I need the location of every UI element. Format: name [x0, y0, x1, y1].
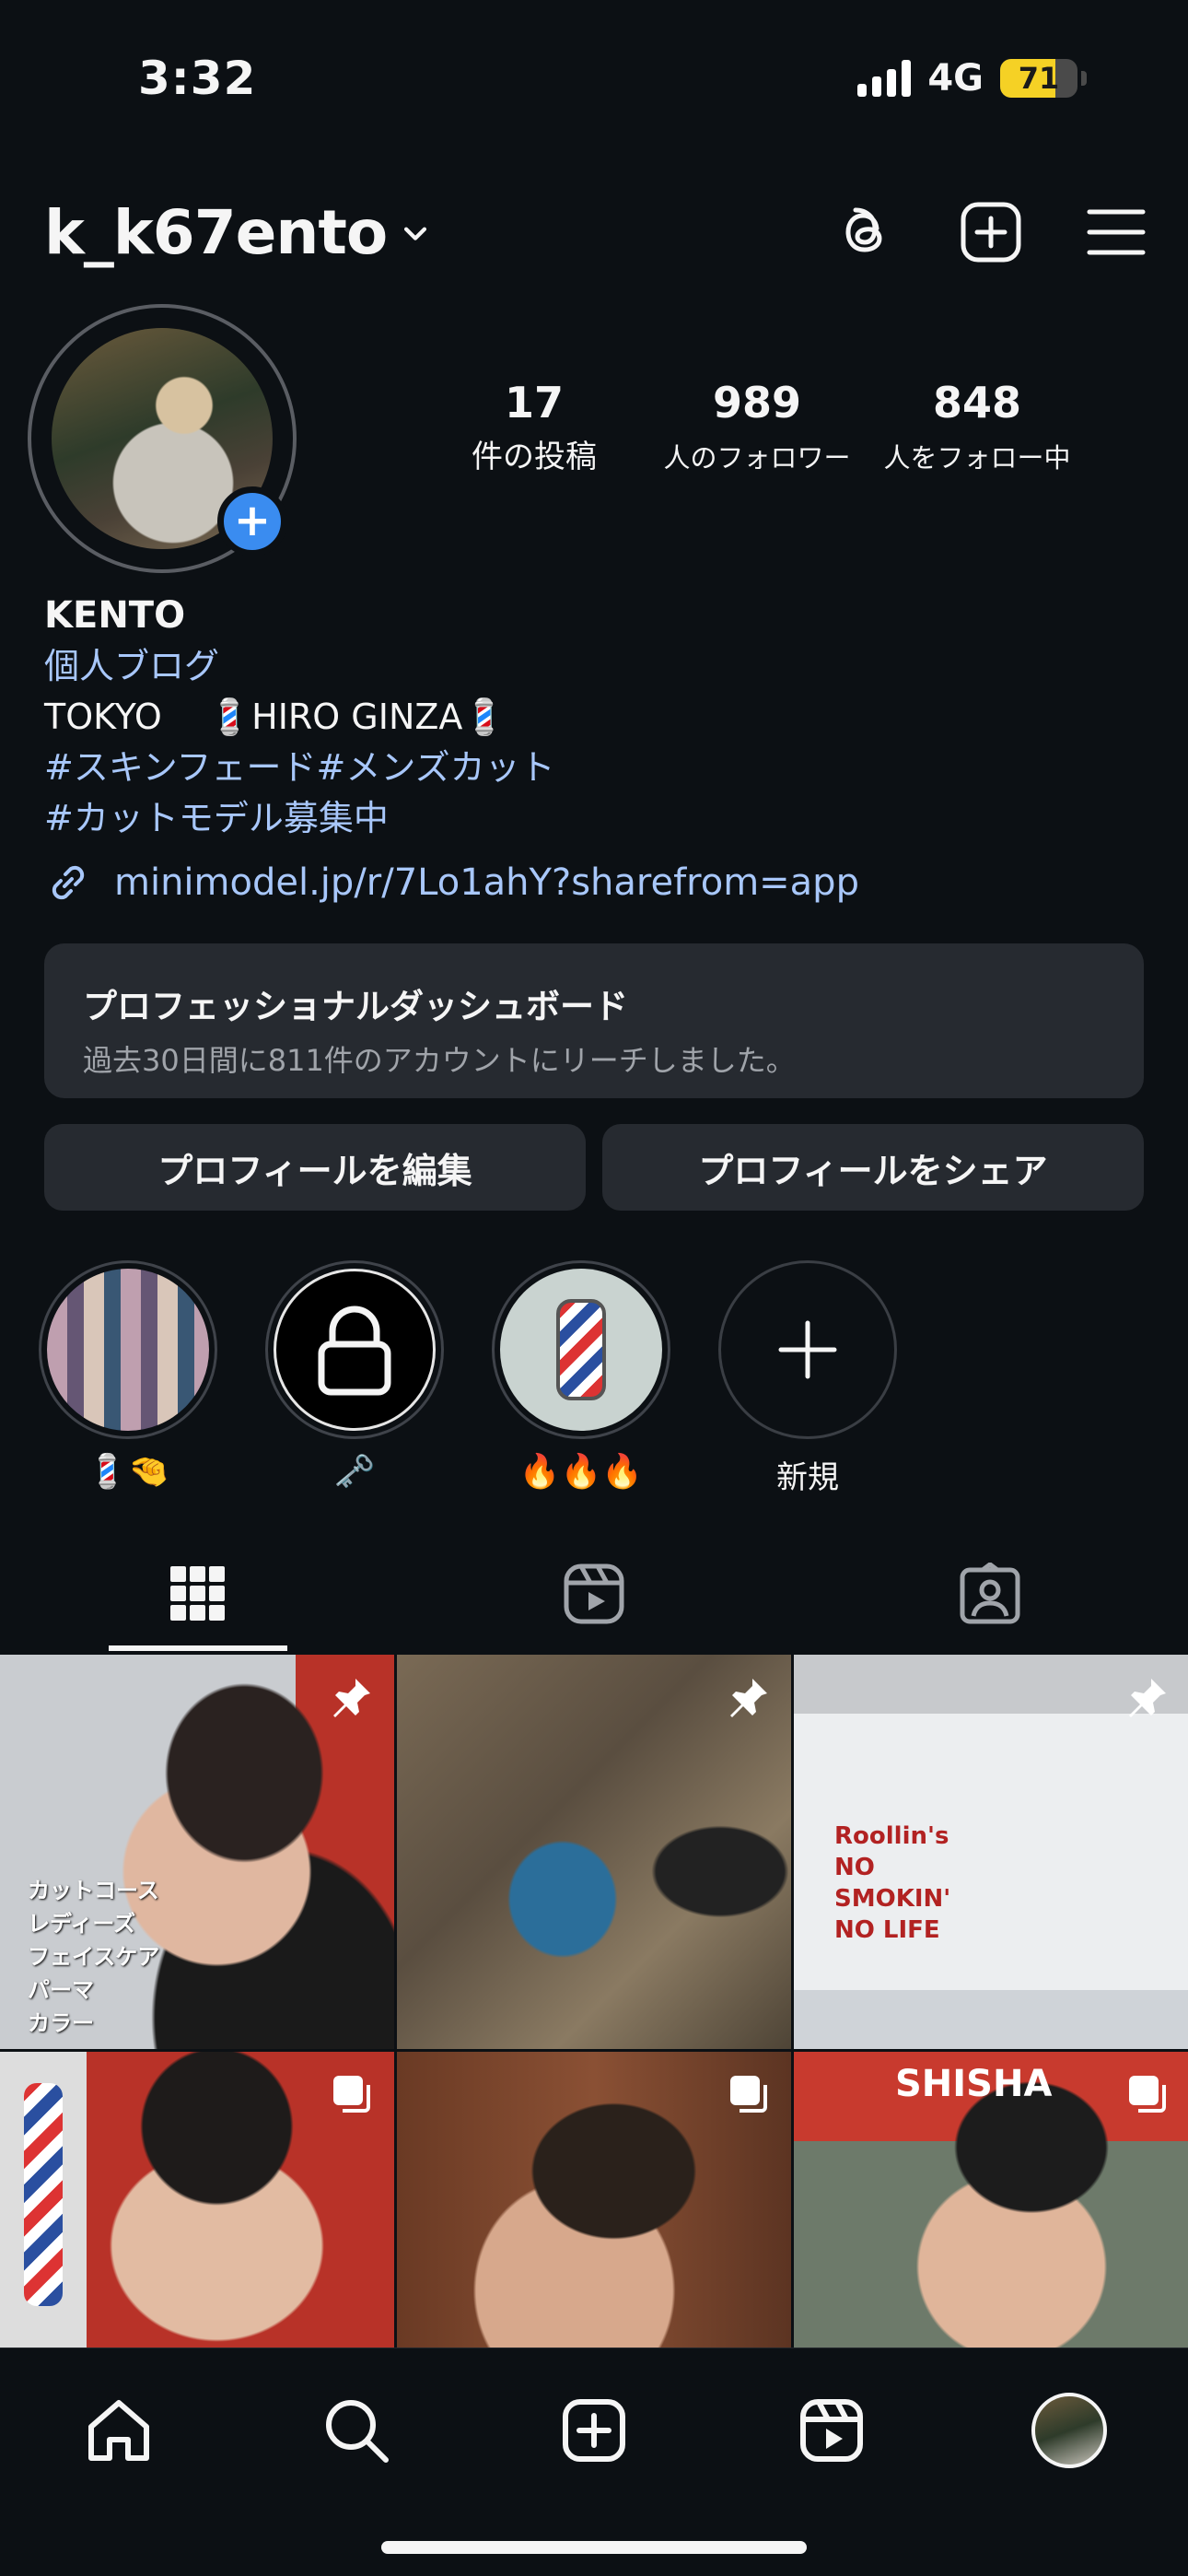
highlight-cover-barber-pole	[500, 1269, 662, 1431]
add-story-button[interactable]: +	[217, 486, 287, 556]
carousel-icon	[330, 2072, 374, 2120]
network-type: 4G	[927, 57, 984, 100]
following-stat[interactable]: 848 人をフォロー中	[879, 378, 1076, 475]
followers-label: 人のフォロワー	[663, 442, 851, 474]
display-name: KENTO	[44, 594, 186, 637]
category-label[interactable]: 個人ブログ	[44, 641, 1149, 692]
dashboard-subtitle: 過去30日間に811件のアカウントにリーチしました。	[83, 1043, 796, 1078]
status-indicators: 4G 71	[857, 57, 1087, 100]
menu-button[interactable]	[1081, 197, 1151, 267]
tab-tagged[interactable]	[792, 1537, 1188, 1651]
highlight-ring	[492, 1260, 670, 1439]
bio-text: TOKYO 💈HIRO GINZA💈	[44, 697, 507, 737]
post-thumbnail-6[interactable]: SHISHA	[794, 2052, 1188, 2348]
pinned-icon	[328, 1675, 374, 1725]
dashboard-title: プロフェッショナルダッシュボード	[83, 987, 628, 1026]
bio-hashtags[interactable]: #スキンフェード#メンズカット	[44, 743, 1149, 793]
barber-pole-graphic	[556, 1299, 606, 1400]
plus-square-icon	[563, 2399, 625, 2462]
shirt-print-text: Roollin's NO SMOKIN' NO LIFE	[834, 1822, 951, 1944]
search-icon	[326, 2400, 389, 2463]
posts-label: 件の投稿	[472, 439, 597, 475]
posts-stat[interactable]: 17 件の投稿	[460, 378, 608, 476]
posts-grid: カットコース レディーズ フェイスケア パーマ カラー Roollin's NO…	[0, 1655, 1188, 2348]
username: k_k67ento	[44, 197, 388, 268]
highlight-ring	[265, 1260, 444, 1439]
battery-percent: 71	[1018, 61, 1060, 96]
active-tab-indicator	[109, 1645, 287, 1651]
following-label: 人をフォロー中	[883, 442, 1071, 474]
nav-home[interactable]	[77, 2389, 160, 2472]
edit-profile-button[interactable]: プロフィールを編集	[44, 1124, 586, 1211]
barber-pole-graphic	[20, 2079, 66, 2310]
highlight-cover-lock	[274, 1269, 436, 1431]
highlight-ring	[718, 1260, 897, 1439]
highlight-label: 🗝️	[333, 1453, 376, 1491]
nav-search[interactable]	[315, 2389, 398, 2472]
profile-tabs	[0, 1537, 1188, 1651]
nav-reels[interactable]	[790, 2389, 873, 2472]
post-thumbnail-1[interactable]: カットコース レディーズ フェイスケア パーマ カラー	[0, 1655, 394, 2049]
sign-text: SHISHA	[895, 2063, 1053, 2105]
battery-icon: 71	[1000, 59, 1077, 98]
grid-icon	[170, 1566, 225, 1621]
threads-button[interactable]	[831, 197, 901, 267]
posts-count: 17	[504, 378, 564, 427]
pinned-icon	[725, 1675, 771, 1725]
following-count: 848	[932, 378, 1022, 427]
nav-profile[interactable]	[1028, 2389, 1111, 2472]
chevron-down-icon	[404, 227, 427, 240]
highlight-cover-collage	[47, 1269, 209, 1431]
lock-icon	[318, 1306, 391, 1396]
plus-icon	[778, 1320, 837, 1379]
tab-reels[interactable]	[396, 1537, 792, 1651]
highlight-label: 新規	[776, 1459, 839, 1496]
carousel-icon	[727, 2072, 771, 2120]
post-thumbnail-2[interactable]	[397, 1655, 791, 2049]
hamburger-menu-icon	[1087, 209, 1146, 255]
battery-tip	[1081, 71, 1087, 86]
post-thumbnail-5[interactable]	[397, 2052, 791, 2348]
status-bar: 3:32 4G 71	[0, 0, 1188, 157]
status-time: 3:32	[138, 52, 257, 105]
home-indicator	[381, 2541, 807, 2554]
post-thumbnail-3[interactable]: Roollin's NO SMOKIN' NO LIFE	[794, 1655, 1188, 2049]
reels-icon	[564, 1563, 624, 1624]
post-overlay-text: カットコース レディーズ フェイスケア パーマ カラー	[28, 1878, 160, 2036]
threads-icon	[845, 207, 882, 252]
profile-avatar-icon	[1031, 2393, 1107, 2468]
profile-action-buttons: プロフィールを編集 プロフィールをシェア	[44, 1124, 1144, 1211]
tab-posts-grid[interactable]	[0, 1537, 396, 1651]
story-highlight-2[interactable]: 🗝️	[265, 1260, 444, 1491]
plus-square-icon	[961, 202, 1021, 263]
profile-header: k_k67ento	[0, 184, 1188, 286]
share-profile-button[interactable]: プロフィールをシェア	[602, 1124, 1144, 1211]
bio-hashtags-2[interactable]: #カットモデル募集中	[44, 793, 1149, 844]
pinned-icon	[1124, 1675, 1170, 1725]
followers-count: 989	[712, 378, 802, 427]
account-switcher[interactable]: k_k67ento	[44, 197, 431, 268]
bio-external-link[interactable]: minimodel.jp/r/7Lo1ahY?sharefrom=app	[44, 859, 859, 907]
carousel-icon	[1125, 2072, 1170, 2120]
story-highlight-1[interactable]: 💈🤏	[39, 1260, 217, 1491]
link-icon	[52, 865, 85, 900]
create-button[interactable]	[956, 197, 1026, 267]
reels-icon	[800, 2399, 863, 2462]
new-highlight-button[interactable]: 新規	[718, 1260, 897, 1497]
professional-dashboard-card[interactable]: プロフェッショナルダッシュボード 過去30日間に811件のアカウントにリーチしま…	[44, 943, 1144, 1098]
followers-stat[interactable]: 989 人のフォロワー	[656, 378, 858, 475]
story-highlight-3[interactable]: 🔥🔥🔥	[492, 1260, 670, 1491]
nav-create[interactable]	[553, 2389, 635, 2472]
cellular-signal-icon	[857, 60, 912, 97]
highlight-label: 💈🤏	[87, 1453, 169, 1491]
home-icon	[88, 2400, 149, 2461]
profile-bio: KENTO 個人ブログ TOKYO 💈HIRO GINZA💈 #スキンフェード#…	[44, 590, 1149, 844]
post-thumbnail-4[interactable]	[0, 2052, 394, 2348]
tagged-person-icon	[960, 1563, 1020, 1624]
highlight-ring	[39, 1260, 217, 1439]
link-url: minimodel.jp/r/7Lo1ahY?sharefrom=app	[114, 861, 859, 904]
highlight-label: 🔥🔥🔥	[518, 1453, 644, 1491]
